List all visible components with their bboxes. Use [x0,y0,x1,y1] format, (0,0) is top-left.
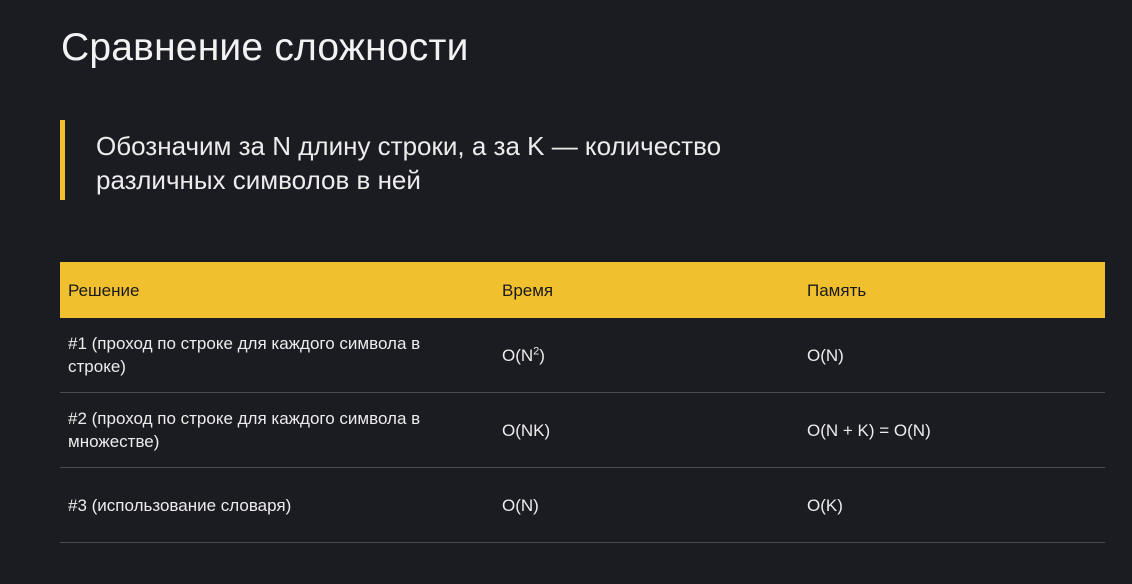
slide-title: Сравнение сложности [61,26,469,69]
time-cell: O(NK) [502,420,551,440]
complexity-table: Решение Время Память #1 (проход по строк… [60,262,1105,543]
column-header-solution: Решение [68,280,140,300]
memory-cell: O(N + K) = O(N) [807,420,931,440]
memory-cell: O(N) [807,345,844,365]
solution-cell: #2 (проход по строке для каждого символа… [68,409,421,451]
note-callout: Обозначим за N длину строки, а за K — ко… [60,120,856,200]
table-row: #2 (проход по строке для каждого символа… [60,393,1105,468]
memory-cell: O(K) [807,495,843,515]
time-close: ) [539,345,545,365]
column-header-time: Время [502,280,554,300]
column-header-memory: Память [807,280,867,300]
solution-cell: #3 (использование словаря) [68,495,292,515]
solution-cell: #1 (проход по строке для каждого символа… [68,334,421,376]
note-text: Обозначим за N длину строки, а за K — ко… [96,131,722,195]
table-header-row: Решение Время Память [60,262,1105,318]
time-cell: O(N) [502,495,539,515]
time-cell: O(N2) [494,344,799,367]
slide: Сравнение сложности Обозначим за N длину… [0,0,1132,584]
table-row: #1 (проход по строке для каждого символа… [60,318,1105,393]
table-row: #3 (использование словаря) O(N) O(K) [60,468,1105,543]
time-base: O(N [502,345,534,365]
